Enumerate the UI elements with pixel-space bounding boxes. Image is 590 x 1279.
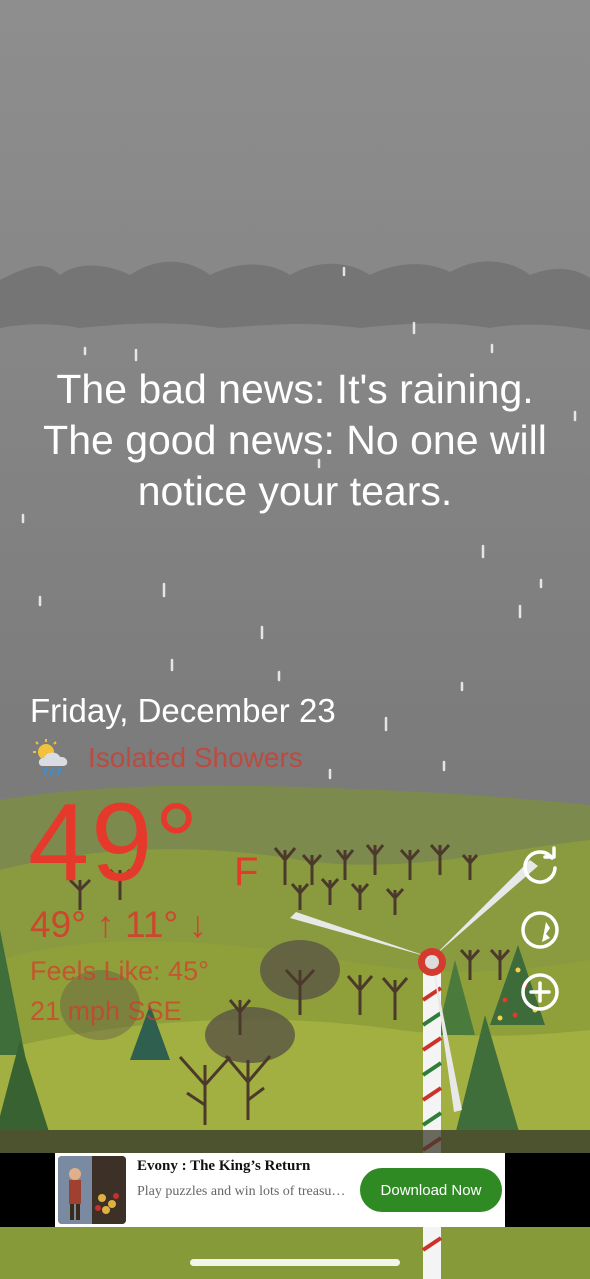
ad-divider-strip (0, 1130, 590, 1153)
quip-line-1: The bad news: It's raining. (56, 366, 534, 412)
download-now-button[interactable]: Download Now (360, 1168, 502, 1212)
location-globe-icon[interactable] (518, 908, 562, 952)
add-circle-icon[interactable] (518, 970, 562, 1014)
weather-quip: The bad news: It's raining. The good new… (20, 364, 570, 517)
wind-speed: 21 mph SSE (30, 996, 182, 1026)
current-temperature: 49° (28, 781, 201, 904)
partly-cloudy-rain-icon (33, 739, 68, 776)
ad-banner[interactable]: Evony : The King’s Return Play puzzles a… (55, 1153, 505, 1227)
temperature-unit[interactable]: F (234, 850, 258, 895)
home-indicator[interactable] (190, 1259, 400, 1266)
ad-subtitle: Play puzzles and win lots of treasure... (137, 1184, 347, 1199)
date-label: Friday, December 23 (30, 692, 336, 729)
refresh-icon[interactable] (518, 844, 562, 888)
high-low-temperature: 49° ↑ 11° ↓ (30, 904, 207, 945)
feels-like: Feels Like: 45° (30, 956, 209, 986)
condition-row: Isolated Showers (30, 738, 303, 778)
ad-title: Evony : The King’s Return (137, 1158, 311, 1174)
ad-game-thumbnail (58, 1156, 126, 1224)
condition-text: Isolated Showers (88, 742, 303, 773)
quip-line-3: notice your tears. (137, 468, 453, 514)
quip-line-2: The good news: No one will (43, 417, 547, 463)
